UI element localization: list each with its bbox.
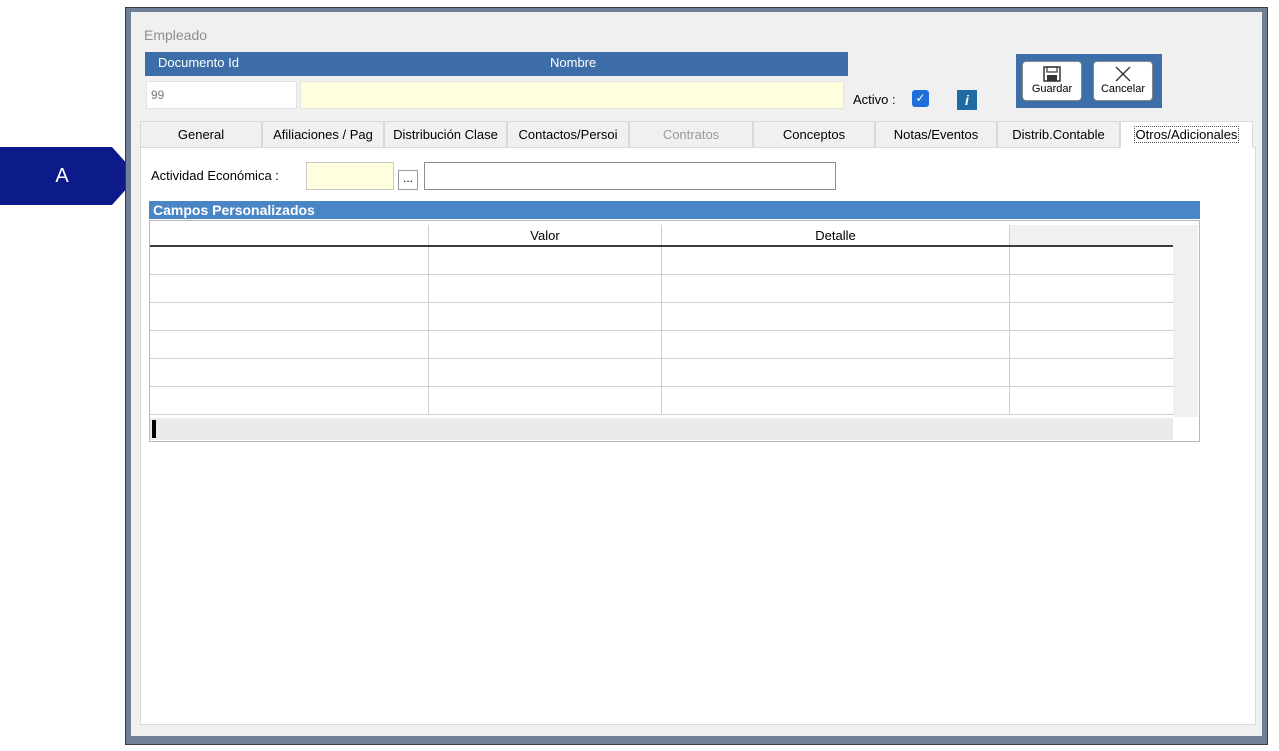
- tab-conceptos[interactable]: Conceptos: [753, 121, 875, 148]
- tab-general[interactable]: General: [140, 121, 262, 148]
- table-row[interactable]: [150, 274, 1174, 303]
- custom-fields-table: Valor Detalle: [150, 225, 1174, 415]
- save-label: Guardar: [1031, 83, 1073, 95]
- tab-otros-adicionales[interactable]: Otros/Adicionales: [1120, 121, 1253, 148]
- tab-contratos: Contratos: [629, 121, 753, 148]
- doc-id-field[interactable]: 99: [146, 81, 297, 109]
- column-header-extra: [1009, 225, 1173, 247]
- table-row[interactable]: [150, 330, 1174, 359]
- grid-new-row[interactable]: [150, 418, 1173, 440]
- grid-title: Campos Personalizados: [149, 201, 1200, 219]
- table-row[interactable]: [150, 302, 1174, 331]
- cancel-icon: [1115, 66, 1131, 82]
- tab-contactos[interactable]: Contactos/Persoi: [507, 121, 629, 148]
- callout-label: A: [55, 165, 69, 187]
- grid-vertical-scrollbar[interactable]: [1173, 225, 1198, 417]
- actividad-lookup-button[interactable]: ...: [398, 170, 418, 190]
- doc-id-label: Documento Id: [158, 55, 239, 70]
- window-title: Empleado: [144, 27, 208, 43]
- actividad-economica-label: Actividad Económica :: [151, 168, 279, 183]
- table-row[interactable]: [150, 358, 1174, 387]
- name-label: Nombre: [550, 55, 597, 70]
- info-icon[interactable]: i: [957, 90, 977, 110]
- name-field[interactable]: [300, 81, 844, 109]
- row-cursor-indicator: [152, 420, 156, 438]
- save-button[interactable]: Guardar: [1022, 61, 1082, 101]
- actividad-description-field[interactable]: [424, 162, 836, 190]
- tab-afiliaciones[interactable]: Afiliaciones / Pag: [262, 121, 384, 148]
- tab-distrib-contable[interactable]: Distrib.Contable: [997, 121, 1120, 148]
- grid-header-row: Valor Detalle: [150, 225, 1173, 247]
- table-row[interactable]: [150, 386, 1174, 415]
- tab-distribucion-clase[interactable]: Distribución Clase: [384, 121, 507, 148]
- column-header-blank: [150, 225, 429, 247]
- table-row[interactable]: [150, 246, 1174, 275]
- callout-a: A: [0, 147, 138, 205]
- cancel-button[interactable]: Cancelar: [1093, 61, 1153, 101]
- save-icon: [1043, 66, 1061, 82]
- cancel-label: Cancelar: [1100, 83, 1146, 95]
- header-bar: [145, 52, 848, 76]
- activo-checkbox[interactable]: ✓: [912, 90, 929, 107]
- tab-notas-eventos[interactable]: Notas/Eventos: [875, 121, 997, 148]
- activo-label: Activo :: [853, 92, 896, 107]
- column-header-detalle[interactable]: Detalle: [661, 225, 1010, 247]
- column-header-valor[interactable]: Valor: [428, 225, 662, 247]
- actividad-code-field[interactable]: [306, 162, 394, 190]
